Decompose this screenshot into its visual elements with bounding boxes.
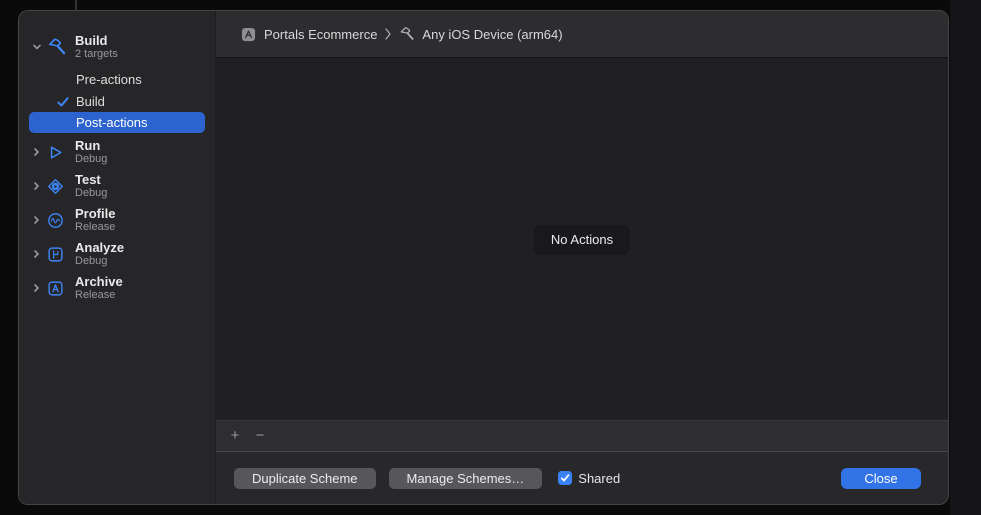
sidebar-item-run[interactable]: Run Debug (32, 137, 107, 167)
duplicate-scheme-button[interactable]: Duplicate Scheme (234, 468, 376, 489)
analyze-detail: Debug (75, 255, 124, 268)
breadcrumb-project: Portals Ecommerce (264, 27, 377, 42)
no-actions-badge: No Actions (534, 225, 630, 255)
profile-pulse-icon (47, 212, 64, 229)
analyze-title: Analyze (75, 240, 124, 255)
shared-label: Shared (578, 471, 620, 486)
chevron-right-icon[interactable] (32, 283, 41, 293)
breadcrumb-chevron-icon (384, 27, 392, 41)
archive-title: Archive (75, 274, 123, 289)
post-actions-label: Post-actions (76, 112, 148, 133)
manage-schemes-button[interactable]: Manage Schemes… (389, 468, 543, 489)
add-action-button[interactable]: + (226, 427, 244, 445)
remove-action-button[interactable]: − (251, 427, 269, 445)
chevron-down-icon[interactable] (32, 42, 42, 52)
run-detail: Debug (75, 153, 107, 166)
sidebar-item-build[interactable]: Build 2 targets (32, 33, 118, 61)
shared-checkbox[interactable] (558, 471, 572, 485)
shared-checkbox-group: Shared (558, 471, 620, 486)
sidebar-item-profile[interactable]: Profile Release (32, 205, 115, 235)
dialog-footer: Duplicate Scheme Manage Schemes… Shared … (216, 451, 948, 504)
sidebar-item-test[interactable]: Test Debug (32, 171, 107, 201)
scheme-actions-sidebar: Build 2 targets Pre-actions Build Post-a… (19, 11, 216, 504)
sidebar-item-archive[interactable]: Archive Release (32, 273, 123, 303)
chevron-right-icon[interactable] (32, 249, 41, 259)
hammer-icon (47, 36, 67, 58)
profile-detail: Release (75, 221, 115, 234)
run-play-icon (47, 144, 64, 161)
sidebar-item-analyze[interactable]: Analyze Debug (32, 239, 124, 269)
sidebar-item-post-actions-selected[interactable]: Post-actions (29, 112, 205, 133)
background-artifact-line (75, 0, 77, 10)
archive-detail: Release (75, 289, 123, 302)
sidebar-item-pre-actions[interactable]: Pre-actions (76, 70, 142, 90)
close-button[interactable]: Close (841, 468, 921, 489)
scheme-editor-dialog: Build 2 targets Pre-actions Build Post-a… (18, 10, 949, 505)
actions-list-area: No Actions (216, 58, 948, 420)
build-detail: 2 targets (75, 48, 118, 61)
chevron-right-icon[interactable] (32, 147, 41, 157)
actions-toolbar: + − (216, 420, 948, 451)
breadcrumb-destination: Any iOS Device (arm64) (422, 27, 562, 42)
background-pane (950, 0, 981, 515)
chevron-right-icon[interactable] (32, 181, 41, 191)
hammer-icon (399, 26, 416, 43)
test-detail: Debug (75, 187, 107, 200)
breadcrumb: Portals Ecommerce Any iOS Device (arm64) (216, 11, 948, 58)
sidebar-item-build-step[interactable]: Build (76, 92, 105, 112)
app-placeholder-icon (241, 27, 256, 42)
screen: Build 2 targets Pre-actions Build Post-a… (0, 0, 981, 515)
run-title: Run (75, 138, 107, 153)
test-title: Test (75, 172, 107, 187)
chevron-right-icon[interactable] (32, 215, 41, 225)
analyze-box-icon (47, 246, 64, 263)
checkmark-icon (56, 95, 70, 109)
build-title: Build (75, 33, 118, 48)
test-diamond-icon (47, 178, 64, 195)
profile-title: Profile (75, 206, 115, 221)
scheme-detail-pane: Portals Ecommerce Any iOS Device (arm64)… (216, 11, 948, 504)
archive-a-icon (47, 280, 64, 297)
checkmark-icon (560, 473, 570, 483)
